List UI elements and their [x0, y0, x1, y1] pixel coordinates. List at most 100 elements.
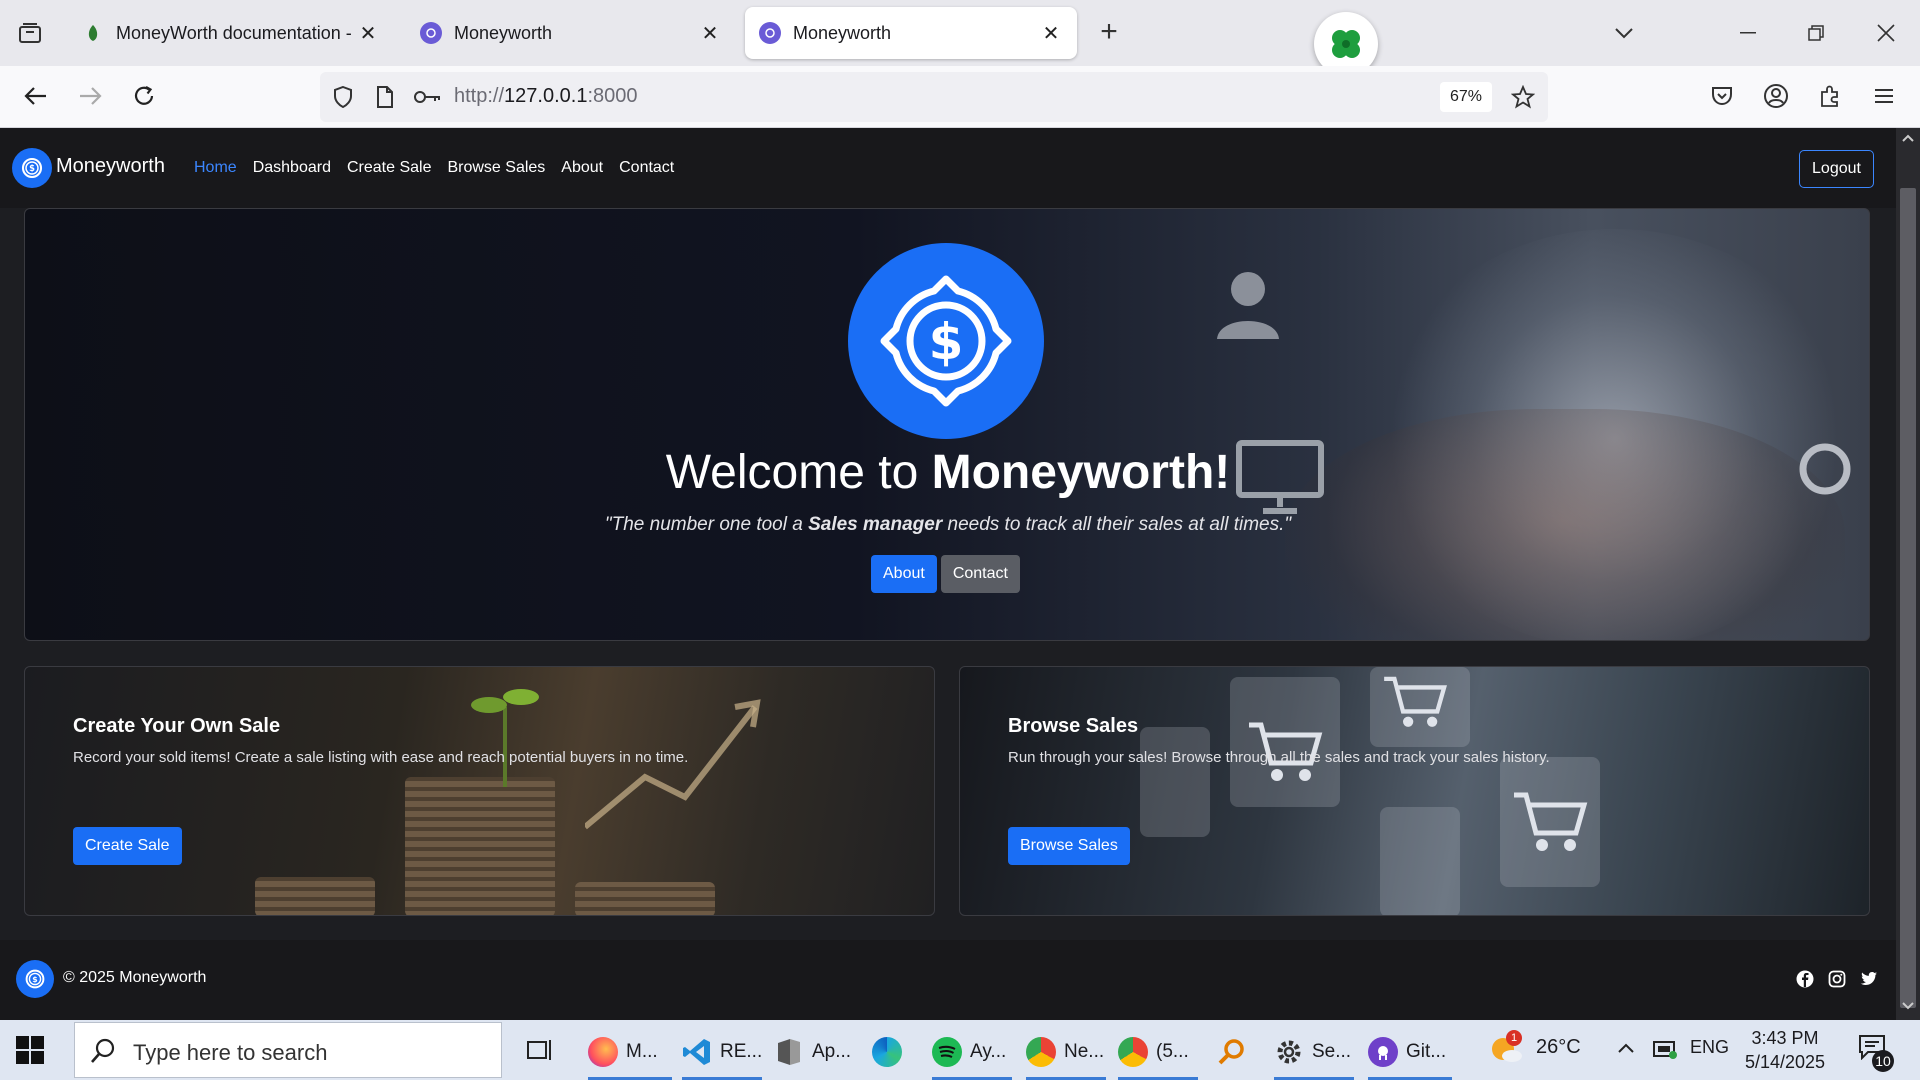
nav-link-browse-sales[interactable]: Browse Sales	[447, 159, 545, 177]
scrollbar-thumb[interactable]	[1900, 188, 1916, 1008]
page-scrollbar[interactable]	[1896, 128, 1920, 1020]
browser-tab-moneyworth-active[interactable]: Moneyworth ✕	[745, 7, 1077, 59]
instagram-icon[interactable]	[1828, 970, 1846, 988]
logout-button[interactable]: Logout	[1799, 150, 1874, 188]
back-arrow-icon[interactable]	[16, 76, 56, 116]
hero-buttons: About Contact	[871, 555, 1020, 593]
browser-tab-bar: MoneyWorth documentation - ( ✕ Moneywort…	[0, 0, 1920, 76]
tab-list-icon[interactable]	[12, 16, 48, 50]
svg-text:$: $	[929, 313, 964, 371]
taskbar-app-chrome-2[interactable]: (5...	[1118, 1026, 1198, 1080]
clock-time: 3:43 PM	[1751, 1028, 1819, 1048]
taskbar-app-edge[interactable]	[872, 1026, 916, 1078]
card-title: Browse Sales	[1008, 715, 1139, 737]
taskbar-clock[interactable]: 3:43 PM 5/14/2025	[1740, 1026, 1830, 1074]
nav-link-dashboard[interactable]: Dashboard	[253, 159, 331, 177]
close-icon[interactable]: ✕	[356, 21, 380, 46]
vscode-icon	[682, 1037, 712, 1067]
tray-chevron-up-icon[interactable]	[1617, 1042, 1635, 1054]
settings-icon	[1274, 1037, 1304, 1067]
nav-link-create-sale[interactable]: Create Sale	[347, 159, 432, 177]
key-icon[interactable]	[412, 84, 444, 110]
magnifier-icon	[1216, 1037, 1246, 1067]
about-button[interactable]: About	[871, 555, 937, 593]
window-close-icon[interactable]	[1862, 14, 1910, 52]
browser-tab-moneyworth[interactable]: Moneyworth ✕	[406, 7, 736, 59]
coins-stack-image	[405, 777, 555, 915]
nav-link-about[interactable]: About	[561, 159, 603, 177]
taskbar-app-label: Git...	[1406, 1041, 1447, 1062]
network-icon[interactable]	[1652, 1038, 1678, 1060]
weather-icon[interactable]: 1	[1490, 1030, 1526, 1066]
coins-stack-image	[255, 877, 375, 915]
shield-icon[interactable]	[330, 84, 356, 110]
taskbar-search-box[interactable]: Type here to search	[74, 1022, 502, 1078]
taskbar-app-firefox[interactable]: M...	[588, 1026, 672, 1080]
pocket-icon[interactable]	[1702, 76, 1742, 116]
copyright-text: © 2025 Moneyworth	[63, 969, 207, 986]
brand-name[interactable]: Moneyworth	[56, 155, 165, 178]
close-icon[interactable]: ✕	[698, 21, 722, 46]
taskbar-app-label: Se...	[1312, 1041, 1352, 1062]
footer-logo-icon[interactable]: $	[16, 960, 54, 998]
page-info-icon[interactable]	[372, 84, 398, 110]
tab-overflow-chevron-down-icon[interactable]	[1600, 14, 1648, 52]
taskbar-app-settings[interactable]: Se...	[1274, 1026, 1354, 1080]
account-icon[interactable]	[1756, 76, 1796, 116]
taskbar-app-label: Ne...	[1064, 1041, 1105, 1062]
card-title: Create Your Own Sale	[73, 715, 281, 737]
facebook-icon[interactable]	[1796, 970, 1814, 988]
taskbar-app-spotify[interactable]: Ay...	[932, 1026, 1012, 1080]
taskbar-app-github[interactable]: Git...	[1368, 1026, 1452, 1080]
svg-text:$: $	[29, 163, 35, 173]
browser-tab-docs[interactable]: MoneyWorth documentation - ( ✕	[68, 7, 394, 59]
zoom-level[interactable]: 67%	[1440, 82, 1492, 112]
nav-link-home[interactable]: Home	[194, 159, 237, 177]
taskbar-app-chrome-1[interactable]: Ne...	[1026, 1026, 1106, 1080]
moneyworth-favicon-icon	[759, 22, 781, 44]
scroll-down-icon[interactable]	[1902, 1002, 1914, 1010]
search-placeholder: Type here to search	[133, 1040, 328, 1065]
url-text[interactable]: http://127.0.0.1:8000	[454, 85, 638, 108]
github-icon	[1368, 1037, 1398, 1067]
reload-icon[interactable]	[124, 76, 164, 116]
create-sale-button[interactable]: Create Sale	[73, 827, 182, 865]
language-indicator[interactable]: ENG	[1690, 1037, 1729, 1058]
moneyworth-favicon-icon	[420, 22, 442, 44]
menu-hamburger-icon[interactable]	[1864, 76, 1904, 116]
windows-start-icon[interactable]	[16, 1036, 44, 1064]
nav-link-contact[interactable]: Contact	[619, 159, 674, 177]
tab-title: Moneyworth	[793, 22, 892, 43]
user-icon	[1217, 272, 1279, 339]
new-tab-icon[interactable]: +	[1094, 16, 1124, 50]
bookmark-star-icon[interactable]	[1510, 84, 1536, 110]
address-bar[interactable]: http://127.0.0.1:8000 67%	[320, 72, 1548, 122]
taskbar-app-magnifier[interactable]	[1216, 1026, 1256, 1078]
clock-date: 5/14/2025	[1744, 1052, 1826, 1072]
minimize-icon[interactable]	[1724, 14, 1772, 52]
browse-sales-button[interactable]: Browse Sales	[1008, 827, 1130, 865]
weather-temp[interactable]: 26°C	[1536, 1036, 1581, 1059]
hero-logo-icon: $	[848, 243, 1044, 439]
search-icon	[91, 1038, 115, 1063]
docs-favicon-icon	[82, 22, 104, 44]
forward-arrow-icon[interactable]	[70, 76, 110, 116]
taskbar-app-vscode[interactable]: RE...	[682, 1026, 762, 1080]
shopping-cart-icon	[1384, 676, 1447, 727]
twitter-icon[interactable]	[1860, 970, 1878, 988]
spotify-icon	[932, 1037, 962, 1067]
extensions-puzzle-icon[interactable]	[1810, 76, 1850, 116]
chrome-icon	[1118, 1037, 1148, 1067]
taskbar-app-file[interactable]: Ap...	[774, 1026, 854, 1078]
task-view-icon[interactable]	[526, 1036, 554, 1064]
file-app-icon	[774, 1037, 804, 1067]
scroll-up-icon[interactable]	[1902, 134, 1914, 142]
hero-banner: $ Welcome to Moneyworth! "The number one…	[24, 208, 1870, 641]
contact-button[interactable]: Contact	[940, 555, 1020, 593]
shopping-cart-icon	[1514, 792, 1588, 851]
restore-icon[interactable]	[1792, 14, 1840, 52]
browser-nav-bar: http://127.0.0.1:8000 67%	[0, 66, 1920, 128]
brand-logo-icon[interactable]: $	[12, 148, 52, 188]
notification-center[interactable]: 10	[1858, 1034, 1894, 1072]
close-icon[interactable]: ✕	[1039, 21, 1063, 46]
